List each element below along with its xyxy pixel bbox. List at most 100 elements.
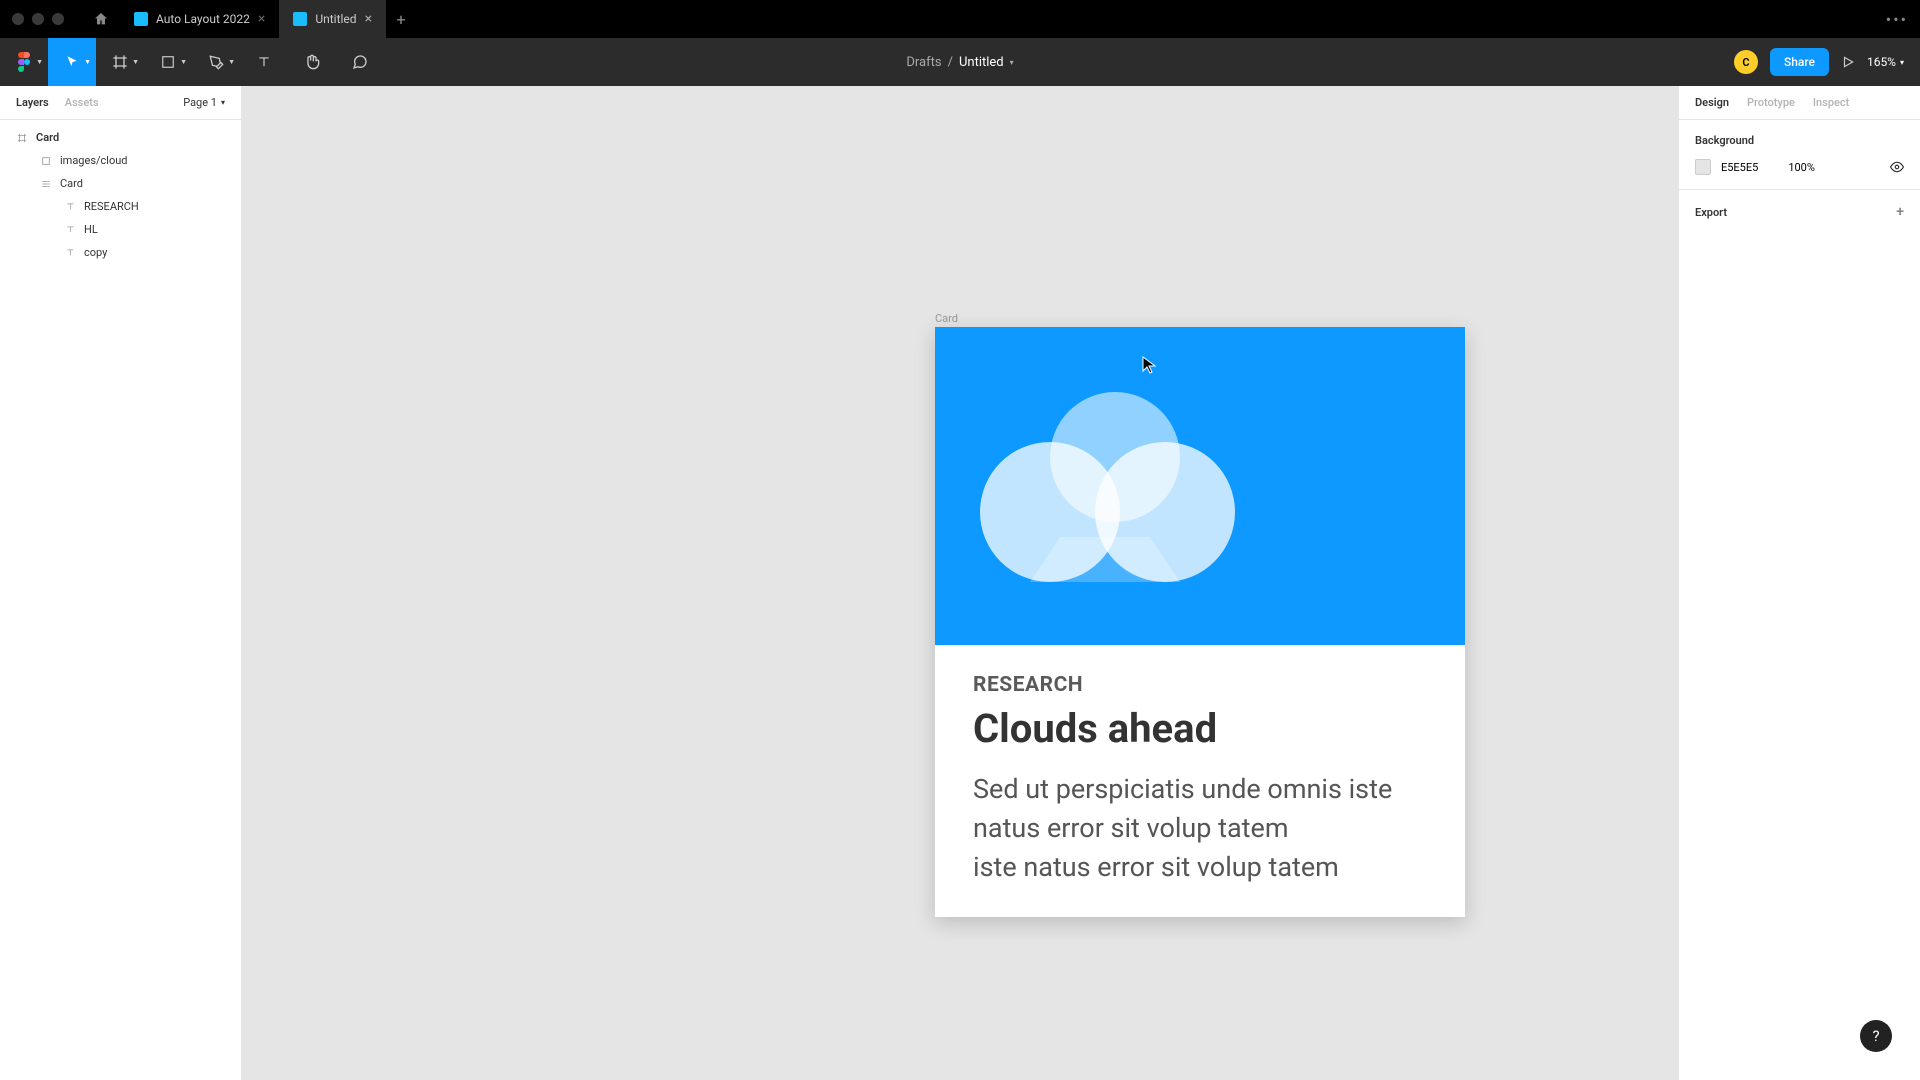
text-tool-button[interactable] bbox=[240, 38, 288, 86]
rectangle-icon bbox=[161, 55, 175, 69]
main-menu-button[interactable]: ▼ bbox=[0, 38, 48, 86]
right-panel: Design Prototype Inspect Background E5E5… bbox=[1678, 86, 1920, 1080]
chevron-down-icon: ▼ bbox=[132, 58, 139, 66]
frame-label[interactable]: Card bbox=[935, 312, 958, 325]
layer-label: copy bbox=[84, 246, 107, 259]
figma-logo-icon bbox=[17, 52, 31, 72]
layer-tree: Card images/cloud Card RESEARCH HL copy bbox=[0, 120, 241, 270]
layer-text-copy[interactable]: copy bbox=[0, 241, 241, 264]
tab-label: Auto Layout 2022 bbox=[156, 12, 250, 26]
zoom-value: 165% bbox=[1867, 55, 1896, 69]
export-title: Export bbox=[1695, 206, 1727, 219]
text-icon bbox=[64, 201, 76, 213]
cursor-icon bbox=[65, 55, 79, 69]
avatar[interactable]: C bbox=[1734, 50, 1758, 74]
present-button[interactable] bbox=[1841, 55, 1855, 69]
hand-tool-button[interactable] bbox=[288, 38, 336, 86]
frame-icon bbox=[112, 54, 128, 70]
close-icon[interactable]: × bbox=[365, 11, 372, 27]
tab-prototype[interactable]: Prototype bbox=[1747, 96, 1795, 109]
card-category: RESEARCH bbox=[973, 673, 1427, 697]
tab-untitled[interactable]: Untitled × bbox=[279, 0, 386, 38]
export-section: Export + bbox=[1679, 190, 1920, 234]
text-icon bbox=[257, 55, 271, 69]
breadcrumb-separator: / bbox=[948, 55, 953, 70]
breadcrumb-parent: Drafts bbox=[906, 55, 941, 70]
card-body: RESEARCH Clouds ahead Sed ut perspiciati… bbox=[935, 645, 1465, 917]
move-tool-button[interactable]: ▼ bbox=[48, 38, 96, 86]
tab-layers[interactable]: Layers bbox=[16, 96, 49, 109]
close-icon[interactable]: × bbox=[258, 11, 265, 27]
tab-label: Untitled bbox=[315, 12, 356, 26]
right-panel-tabs: Design Prototype Inspect bbox=[1679, 86, 1920, 120]
layer-label: Card bbox=[36, 131, 59, 144]
layer-text-hl[interactable]: HL bbox=[0, 218, 241, 241]
comment-tool-button[interactable] bbox=[336, 38, 384, 86]
hand-icon bbox=[304, 54, 320, 70]
chevron-down-icon: ▼ bbox=[84, 58, 91, 66]
background-row[interactable]: E5E5E5 100% bbox=[1695, 159, 1904, 175]
help-icon: ? bbox=[1872, 1027, 1879, 1045]
visibility-toggle[interactable] bbox=[1890, 160, 1904, 174]
layer-group-card[interactable]: Card bbox=[0, 172, 241, 195]
text-icon bbox=[64, 224, 76, 236]
layer-text-research[interactable]: RESEARCH bbox=[0, 195, 241, 218]
canvas[interactable]: Card RESEARCH Clouds ahead Sed ut perspi… bbox=[242, 86, 1678, 1080]
shape-tool-button[interactable]: ▼ bbox=[144, 38, 192, 86]
layer-image-cloud[interactable]: images/cloud bbox=[0, 149, 241, 172]
background-hex: E5E5E5 bbox=[1721, 161, 1758, 174]
comment-icon bbox=[352, 54, 368, 70]
page-label: Page 1 bbox=[183, 96, 217, 109]
frame-tool-button[interactable]: ▼ bbox=[96, 38, 144, 86]
pen-icon bbox=[209, 55, 224, 70]
pen-tool-button[interactable]: ▼ bbox=[192, 38, 240, 86]
left-panel: Layers Assets Page 1 ▾ Card images/cloud… bbox=[0, 86, 242, 1080]
card-image bbox=[935, 327, 1465, 645]
maximize-window-icon[interactable] bbox=[52, 13, 64, 25]
main: Layers Assets Page 1 ▾ Card images/cloud… bbox=[0, 86, 1920, 1080]
share-button[interactable]: Share bbox=[1770, 48, 1829, 76]
more-icon[interactable]: ••• bbox=[1886, 10, 1908, 29]
toolbar-right: C Share 165% ▾ bbox=[1734, 48, 1920, 76]
tab-design[interactable]: Design bbox=[1695, 96, 1729, 109]
add-tab-button[interactable]: + bbox=[386, 10, 416, 29]
breadcrumb[interactable]: Drafts / Untitled ▾ bbox=[906, 55, 1013, 70]
titlebar-right: ••• bbox=[1886, 10, 1908, 29]
figma-file-icon bbox=[134, 12, 148, 26]
eye-icon bbox=[1890, 160, 1904, 174]
color-swatch[interactable] bbox=[1695, 159, 1711, 175]
help-button[interactable]: ? bbox=[1860, 1020, 1892, 1052]
chevron-down-icon: ▼ bbox=[36, 58, 43, 66]
avatar-initial: C bbox=[1742, 56, 1749, 69]
card-headline: Clouds ahead bbox=[973, 705, 1427, 752]
layer-label: RESEARCH bbox=[84, 200, 139, 213]
titlebar: Auto Layout 2022 × Untitled × + ••• bbox=[0, 0, 1920, 38]
zoom-control[interactable]: 165% ▾ bbox=[1867, 55, 1904, 69]
window-controls bbox=[12, 13, 64, 25]
background-opacity: 100% bbox=[1788, 161, 1815, 174]
minimize-window-icon[interactable] bbox=[32, 13, 44, 25]
tab-auto-layout[interactable]: Auto Layout 2022 × bbox=[120, 0, 279, 38]
component-icon bbox=[40, 155, 52, 167]
figma-file-icon bbox=[293, 12, 307, 26]
frame-icon bbox=[16, 132, 28, 144]
tab-assets[interactable]: Assets bbox=[65, 96, 99, 109]
page-selector[interactable]: Page 1 ▾ bbox=[183, 96, 225, 109]
tab-inspect[interactable]: Inspect bbox=[1813, 96, 1849, 109]
card-frame[interactable]: RESEARCH Clouds ahead Sed ut perspiciati… bbox=[935, 327, 1465, 917]
layer-label: HL bbox=[84, 223, 98, 236]
play-icon bbox=[1841, 55, 1855, 69]
add-export-button[interactable]: + bbox=[1896, 204, 1904, 220]
layer-label: Card bbox=[60, 177, 83, 190]
chevron-down-icon: ▾ bbox=[1010, 58, 1014, 67]
background-title: Background bbox=[1695, 134, 1904, 147]
chevron-down-icon: ▼ bbox=[180, 58, 187, 66]
card-copy: Sed ut perspiciatis unde omnis iste natu… bbox=[973, 770, 1427, 887]
text-icon bbox=[64, 247, 76, 259]
close-window-icon[interactable] bbox=[12, 13, 24, 25]
chevron-down-icon: ▾ bbox=[221, 98, 225, 107]
layer-frame-card[interactable]: Card bbox=[0, 126, 241, 149]
cursor-pointer-icon bbox=[1142, 356, 1156, 374]
toolbar: ▼ ▼ ▼ ▼ ▼ Drafts / Untitled ▾ C Share 16… bbox=[0, 38, 1920, 86]
home-button[interactable] bbox=[82, 0, 120, 38]
